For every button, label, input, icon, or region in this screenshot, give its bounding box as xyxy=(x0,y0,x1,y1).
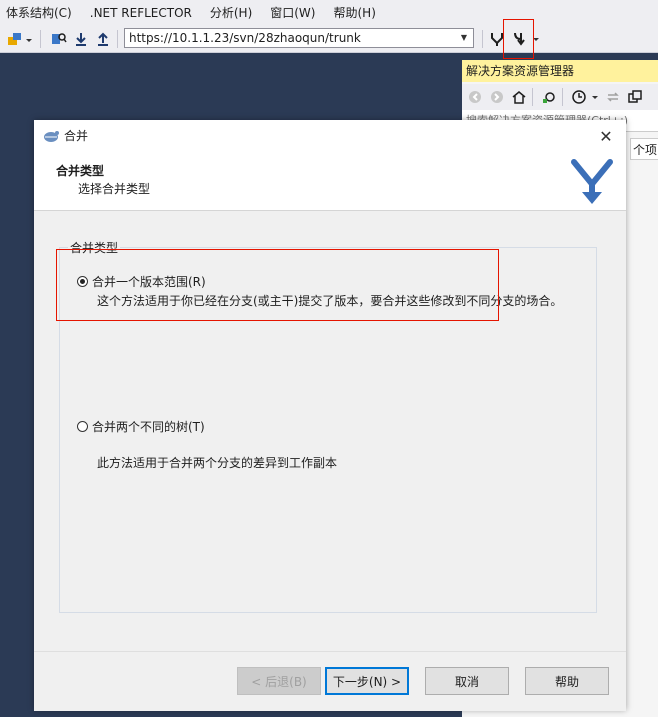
sync-icon[interactable] xyxy=(604,88,622,106)
merge-revision-range-description: 这个方法适用于你已经在分支(或主干)提交了版本，要合并这些修改到不同分支的场合。 xyxy=(97,294,563,308)
back-button[interactable]: < 后退(B) xyxy=(237,667,321,695)
merge-two-trees-description: 此方法适用于合并两个分支的差异到工作副本 xyxy=(97,456,338,470)
radio-checked-icon[interactable] xyxy=(77,276,88,287)
radio-unchecked-icon[interactable] xyxy=(77,421,88,432)
wizard-body: 合并类型 合并一个版本范围(R) 这个方法适用于你已经在分支(或主干)提交了版本… xyxy=(34,211,626,651)
solution-explorer-title: 解决方案资源管理器 xyxy=(462,60,658,82)
repository-url-value: https://10.1.1.23/svn/28zhaoqun/trunk xyxy=(129,31,361,45)
next-button[interactable]: 下一步(N) > xyxy=(325,667,409,695)
merge-type-groupbox: 合并类型 合并一个版本范围(R) 这个方法适用于你已经在分支(或主干)提交了版本… xyxy=(59,239,597,613)
menu-analyze[interactable]: 分析(H) xyxy=(201,0,261,26)
merge-icon[interactable] xyxy=(510,30,528,48)
find-icon[interactable] xyxy=(50,30,68,48)
page-title: 合并类型 xyxy=(56,164,105,178)
dialog-titlebar[interactable]: 合并 ✕ xyxy=(34,120,626,152)
source-control-icon[interactable] xyxy=(6,30,24,48)
dropdown-arrow-icon[interactable] xyxy=(24,30,34,48)
menu-net-reflector[interactable]: .NET REFLECTOR xyxy=(81,0,201,26)
menu-window[interactable]: 窗口(W) xyxy=(261,0,324,26)
merge-dialog: 合并 ✕ 合并类型 选择合并类型 合并类型 合并一个版本范围(R) 这个方法适用… xyxy=(34,120,626,711)
forward-arrow-icon[interactable] xyxy=(488,88,506,106)
page-subtitle: 选择合并类型 xyxy=(78,182,151,196)
merge-logo-icon xyxy=(568,154,618,208)
pending-changes-icon[interactable] xyxy=(540,88,558,106)
groupbox-label: 合并类型 xyxy=(68,239,121,256)
menu-bar: 体系结构(C) .NET REFLECTOR 分析(H) 窗口(W) 帮助(H) xyxy=(0,0,658,26)
help-button[interactable]: 帮助 xyxy=(525,667,609,695)
main-toolbar: https://10.1.1.23/svn/28zhaoqun/trunk ▼ xyxy=(0,26,658,53)
solution-column-header[interactable]: 个项目 xyxy=(630,138,658,160)
cancel-button[interactable]: 取消 xyxy=(425,667,509,695)
copy-icon[interactable] xyxy=(626,88,644,106)
home-icon[interactable] xyxy=(510,88,528,106)
dropdown-arrow-icon[interactable] xyxy=(530,30,542,48)
merge-revision-range-radio[interactable]: 合并一个版本范围(R) xyxy=(77,273,206,290)
close-icon[interactable]: ✕ xyxy=(594,124,618,148)
dialog-title: 合并 xyxy=(64,129,89,143)
chevron-down-icon[interactable]: ▼ xyxy=(457,29,471,47)
back-arrow-icon[interactable] xyxy=(466,88,484,106)
merge-revision-range-label[interactable]: 合并一个版本范围(R) xyxy=(92,273,206,290)
download-icon[interactable] xyxy=(72,30,90,48)
toolbar-separator xyxy=(532,88,533,106)
branch-icon[interactable] xyxy=(488,30,506,48)
history-icon[interactable] xyxy=(570,88,588,106)
toolbar-separator xyxy=(40,30,41,48)
menu-help[interactable]: 帮助(H) xyxy=(324,0,384,26)
upload-icon[interactable] xyxy=(94,30,112,48)
tortoise-icon xyxy=(42,128,60,144)
toolbar-separator xyxy=(117,30,118,48)
merge-two-trees-radio[interactable]: 合并两个不同的树(T) xyxy=(77,418,205,435)
wizard-header: 合并类型 选择合并类型 xyxy=(34,152,626,211)
wizard-footer: < 后退(B) 下一步(N) > 取消 帮助 xyxy=(34,651,626,711)
toolbar-separator xyxy=(562,88,563,106)
merge-two-trees-label[interactable]: 合并两个不同的树(T) xyxy=(92,418,205,435)
menu-architecture[interactable]: 体系结构(C) xyxy=(0,0,81,26)
repository-url-combobox[interactable]: https://10.1.1.23/svn/28zhaoqun/trunk ▼ xyxy=(124,28,474,48)
toolbar-separator xyxy=(482,30,483,48)
solution-explorer-toolbar xyxy=(462,84,658,110)
dropdown-arrow-icon[interactable] xyxy=(590,88,600,106)
